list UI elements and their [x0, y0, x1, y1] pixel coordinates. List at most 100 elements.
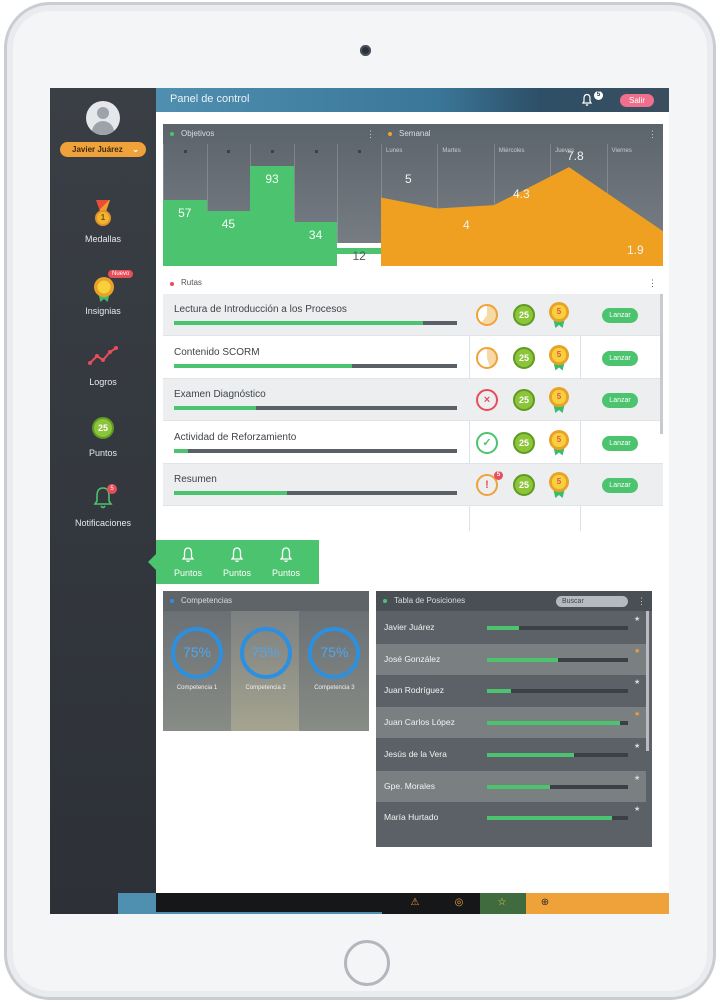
score-fill [487, 816, 613, 821]
points-icon: 25 [513, 346, 535, 369]
ruta-name: Lectura de Introducción a los Procesos [174, 304, 347, 315]
widget-title: Objetivos [181, 129, 215, 138]
player-name: Gpe. Morales [384, 780, 436, 791]
puntos-tab-item[interactable]: Puntos [264, 546, 308, 578]
puntos-tab-item[interactable]: Puntos [166, 546, 210, 578]
column-marker [358, 150, 362, 153]
rutas-header: Rutas ⋮ [163, 274, 663, 292]
star-icon: ★ [634, 806, 641, 814]
ruta-row[interactable]: Examen Diagnóstico × 25 5 Lanzar [163, 379, 663, 421]
column-marker [227, 150, 231, 153]
puntos-tab-label: Puntos [271, 568, 301, 578]
ruta-name: Resumen [174, 474, 217, 485]
lanzar-button[interactable]: Lanzar [602, 435, 638, 451]
lanzar-button[interactable]: Lanzar [602, 308, 638, 323]
posiciones-widget: Tabla de Posiciones ⋮ Buscar Javier Juár… [376, 591, 652, 847]
home-button[interactable] [344, 940, 390, 986]
bell-icon[interactable] [580, 93, 594, 107]
posicion-row[interactable]: Juan Carlos López ★ [376, 707, 646, 739]
chevron-down-icon: ⌄ [132, 145, 139, 154]
star-icon: ★ [634, 774, 641, 782]
avatar[interactable] [86, 101, 120, 135]
progress-fill [174, 363, 353, 368]
progress-fill [174, 406, 257, 410]
progress-fill [174, 321, 424, 325]
new-badge: Nuevo [108, 270, 134, 278]
lanzar-button[interactable]: Lanzar [602, 478, 638, 493]
progress-bar [174, 406, 457, 410]
score-bar [487, 657, 628, 662]
sidebar-item-label: Notificaciones [74, 518, 132, 528]
lanzar-button[interactable]: Lanzar [602, 393, 638, 408]
add-icon[interactable]: ⊕ [538, 896, 552, 910]
star-icon: ★ [634, 679, 641, 687]
player-name: María Hurtado [384, 812, 439, 823]
posicion-row[interactable]: José González ★ [376, 643, 646, 675]
bell-icon: 5 [88, 484, 118, 512]
progress-bar [174, 363, 457, 368]
star-icon[interactable]: ☆ [495, 896, 509, 910]
score-fill [487, 626, 520, 630]
sidebar-item-insignias[interactable]: Nuevo Insignias [50, 270, 156, 316]
spiral-icon[interactable]: ◎ [452, 896, 466, 910]
puntos-tab-item[interactable]: Puntos [215, 546, 259, 578]
bottom-bar: ⚠ ◎ ☆ ⊕ [118, 893, 669, 914]
widget-title: Tabla de Posiciones [394, 596, 466, 605]
posicion-row[interactable]: Juan Rodríguez ★ [376, 675, 646, 706]
more-icon[interactable]: ⋮ [366, 124, 375, 144]
competencia-label: Competencia 3 [314, 685, 355, 691]
points-icon: 25 [513, 389, 535, 411]
player-name: José González [384, 653, 441, 664]
ruta-row[interactable]: Lectura de Introducción a los Procesos 25… [163, 294, 663, 336]
ruta-row[interactable]: Resumen ! 5 25 5 Lanzar [163, 464, 663, 506]
sidebar-item-logros[interactable]: Logros [50, 343, 156, 387]
user-menu[interactable]: Javier Juárez ⌄ [60, 142, 146, 157]
notification-count: 5 [107, 484, 117, 494]
bell-icon [181, 547, 195, 563]
widget-title: Rutas [181, 278, 202, 287]
ruta-name: Examen Diagnóstico [174, 389, 266, 400]
points-icon: 25 [88, 414, 118, 442]
points-icon: 25 [513, 474, 535, 496]
bar-value-label: 57 [178, 205, 192, 220]
posicion-row[interactable]: Javier Juárez ★ [376, 612, 646, 643]
search-input[interactable]: Buscar [556, 596, 628, 607]
competencia-value: 75% [251, 644, 280, 660]
data-label: 7.8 [567, 149, 584, 164]
sidebar-item-puntos[interactable]: 25 Puntos [50, 414, 156, 458]
data-label: 4 [463, 218, 470, 233]
widget-title: Competencias [181, 596, 233, 605]
app-screen: Javier Juárez ⌄ 1 Medallas Nuevo Insigni… [50, 88, 669, 914]
user-name: Javier Juárez [72, 145, 123, 154]
points-icon: 25 [513, 431, 535, 454]
more-icon[interactable]: ⋮ [637, 591, 646, 611]
score-bar [487, 689, 628, 694]
competencia-value: 75% [320, 644, 349, 660]
progress-status-icon [476, 346, 498, 369]
sidebar-item-notificaciones[interactable]: 5 Notificaciones [50, 484, 156, 528]
ruta-row[interactable]: Actividad de Reforzamiento ✓ 25 5 Lanzar [163, 422, 663, 464]
lanzar-button[interactable]: Lanzar [602, 350, 638, 366]
sidebar: Javier Juárez ⌄ 1 Medallas Nuevo Insigni… [50, 88, 156, 914]
posicion-row[interactable]: Jesús de la Vera ★ [376, 739, 646, 770]
posiciones-scrollbar[interactable] [646, 611, 649, 751]
more-icon[interactable]: ⋮ [648, 274, 657, 292]
star-icon: ★ [634, 711, 641, 719]
points-icon: 25 [513, 304, 535, 326]
notification-count: 5 [594, 91, 603, 100]
score-fill [487, 721, 620, 726]
page-title: Panel de control [170, 93, 250, 105]
ribbon-icon: 5 [547, 429, 571, 456]
sidebar-item-medallas[interactable]: 1 Medallas [50, 200, 156, 244]
sidebar-item-label: Medallas [84, 234, 122, 244]
logout-button[interactable]: Salir [620, 94, 654, 107]
warning-icon[interactable]: ⚠ [408, 896, 422, 910]
bar-value-label: 34 [308, 227, 323, 242]
competencia-label: Competencia 2 [245, 685, 286, 691]
posicion-row[interactable]: Gpe. Morales ★ [376, 770, 646, 802]
ruta-name: Actividad de Reforzamiento [174, 431, 297, 443]
ruta-row[interactable]: Contenido SCORM 25 5 Lanzar [163, 337, 663, 379]
star-icon: ★ [634, 647, 641, 655]
posicion-row[interactable]: María Hurtado ★ [376, 802, 646, 833]
rutas-scrollbar[interactable] [660, 294, 663, 434]
